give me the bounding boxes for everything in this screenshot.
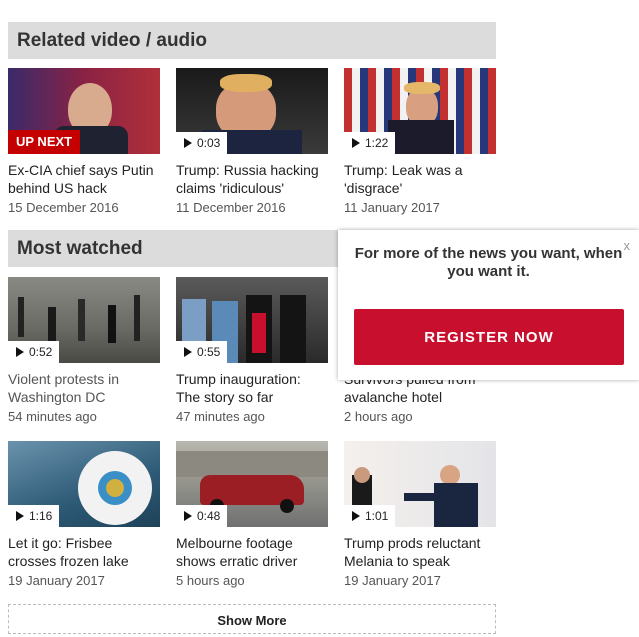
video-card[interactable]: 1:01 Trump prods reluctant Melania to sp… [344, 441, 496, 588]
video-title[interactable]: Trump: Russia hacking claims 'ridiculous… [176, 161, 328, 197]
duration-text: 1:16 [29, 509, 53, 523]
play-icon [352, 138, 360, 148]
video-title[interactable]: Melbourne footage shows erratic driver [176, 534, 328, 570]
video-title[interactable]: Trump prods reluctant Melania to speak [344, 534, 496, 570]
play-icon [16, 347, 24, 357]
video-date: 47 minutes ago [176, 409, 265, 424]
register-now-button[interactable]: REGISTER NOW [354, 309, 624, 365]
video-date: 11 December 2016 [176, 200, 286, 215]
video-thumbnail[interactable]: 0:48 [176, 441, 328, 527]
duration-text: 1:22 [365, 136, 389, 150]
play-icon [184, 511, 192, 521]
video-title[interactable]: Let it go: Frisbee crosses frozen lake [8, 534, 160, 570]
video-title[interactable]: Trump inauguration: The story so far [176, 370, 328, 406]
duration-badge: 1:01 [344, 505, 396, 527]
duration-badge: 0:48 [176, 505, 228, 527]
duration-badge: 1:16 [8, 505, 60, 527]
video-title[interactable]: Ex-CIA chief says Putin behind US hack [8, 161, 160, 197]
register-popup: x For more of the news you want, when yo… [338, 230, 639, 380]
play-icon [352, 511, 360, 521]
video-card[interactable]: 0:03 Trump: Russia hacking claims 'ridic… [176, 68, 328, 215]
video-date: 5 hours ago [176, 573, 245, 588]
video-title[interactable]: Trump: Leak was a 'disgrace' [344, 161, 496, 197]
video-card[interactable]: UP NEXT Ex-CIA chief says Putin behind U… [8, 68, 160, 215]
duration-text: 0:03 [197, 136, 221, 150]
duration-badge: 0:55 [176, 341, 228, 363]
video-title[interactable]: Violent protests in Washington DC [8, 370, 160, 406]
duration-text: 0:52 [29, 345, 53, 359]
duration-badge: 0:03 [176, 132, 228, 154]
up-next-badge: UP NEXT [8, 130, 81, 154]
duration-text: 0:55 [197, 345, 221, 359]
video-date: 15 December 2016 [8, 200, 119, 215]
video-date: 2 hours ago [344, 409, 413, 424]
duration-badge: 0:52 [8, 341, 60, 363]
related-video-heading: Related video / audio [8, 22, 496, 59]
duration-badge: 1:22 [344, 132, 396, 154]
duration-text: 1:01 [365, 509, 389, 523]
video-thumbnail[interactable]: 0:52 [8, 277, 160, 363]
video-date: 19 January 2017 [344, 573, 441, 588]
video-thumbnail[interactable]: 1:01 [344, 441, 496, 527]
video-date: 54 minutes ago [8, 409, 97, 424]
video-card[interactable]: 0:48 Melbourne footage shows erratic dri… [176, 441, 328, 588]
video-card[interactable]: 0:52 Violent protests in Washington DC 5… [8, 277, 160, 424]
video-thumbnail[interactable]: 1:16 [8, 441, 160, 527]
video-thumbnail[interactable]: UP NEXT [8, 68, 160, 154]
video-thumbnail[interactable]: 0:03 [176, 68, 328, 154]
play-icon [184, 347, 192, 357]
video-card[interactable]: 0:55 Trump inauguration: The story so fa… [176, 277, 328, 424]
video-card[interactable]: 1:16 Let it go: Frisbee crosses frozen l… [8, 441, 160, 588]
video-thumbnail[interactable]: 0:55 [176, 277, 328, 363]
video-date: 19 January 2017 [8, 573, 105, 588]
popup-message: For more of the news you want, when you … [354, 245, 623, 280]
video-card[interactable]: 1:22 Trump: Leak was a 'disgrace' 11 Jan… [344, 68, 496, 215]
video-thumbnail[interactable]: 1:22 [344, 68, 496, 154]
play-icon [184, 138, 192, 148]
video-date: 11 January 2017 [344, 200, 440, 215]
play-icon [16, 511, 24, 521]
duration-text: 0:48 [197, 509, 221, 523]
